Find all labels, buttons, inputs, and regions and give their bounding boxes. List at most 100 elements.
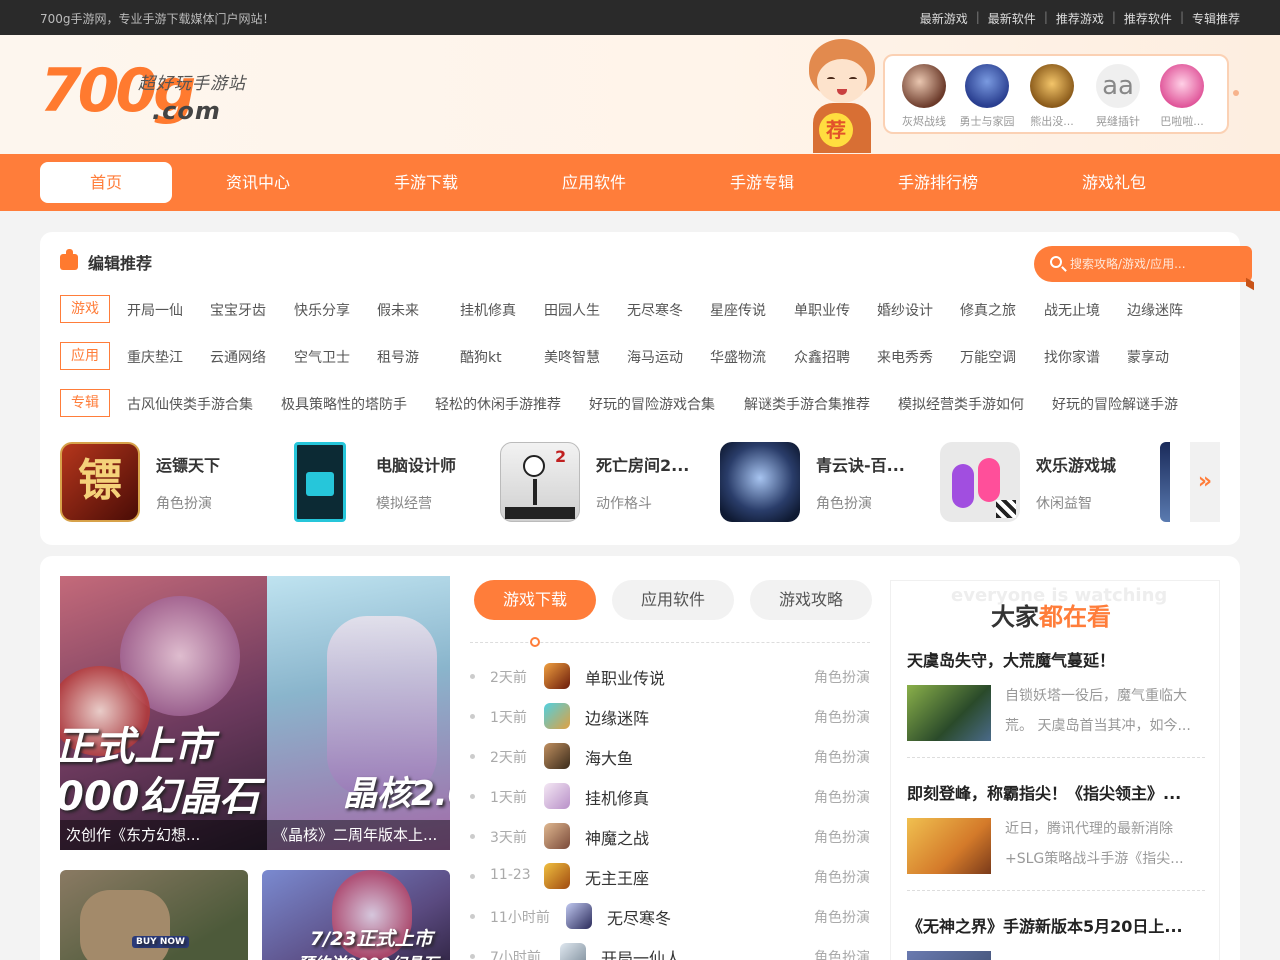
tag-link[interactable]: 开局一仙	[127, 300, 183, 320]
banner-caption: 次创作《东方幻想...	[60, 820, 268, 850]
featured-games: 镖 运镖天下 角色扮演 电脑设计师 模拟经营 2 死亡房间2... 动作格斗 青	[60, 442, 1220, 522]
game-icon	[280, 442, 360, 522]
nav-rankings[interactable]: 手游排行榜	[878, 154, 998, 211]
nav-home[interactable]: 首页	[40, 162, 172, 203]
top-link-albums[interactable]: 专辑推荐	[1192, 10, 1240, 27]
news-thumb[interactable]	[907, 951, 991, 960]
tag-link[interactable]: 好玩的冒险解谜手游	[1052, 394, 1178, 414]
news-title[interactable]: 《无神之界》手游新版本5月20日上...	[907, 913, 1205, 937]
tag-link[interactable]: 空气卫士	[294, 347, 350, 367]
list-item[interactable]: 11-23 无主王座 角色扮演	[470, 856, 880, 896]
list-item[interactable]: 1天前 边缘迷阵 角色扮演	[470, 696, 880, 736]
row-label-albums[interactable]: 专辑	[60, 389, 110, 417]
news-thumb[interactable]	[907, 818, 991, 874]
tag-link[interactable]: 快乐分享	[294, 300, 350, 320]
row-label-apps[interactable]: 应用	[60, 342, 110, 370]
tag-link[interactable]: 海马运动	[627, 347, 683, 367]
mascot-image: 荐	[795, 37, 887, 154]
game-icon	[544, 703, 570, 729]
tag-link[interactable]: 美咚智慧	[544, 347, 600, 367]
tag-link[interactable]: 解谜类手游合集推荐	[744, 394, 870, 414]
tag-link[interactable]: 挂机修真	[460, 300, 516, 320]
game-icon	[544, 743, 570, 769]
tag-link[interactable]: 华盛物流	[710, 347, 766, 367]
download-tabs: 游戏下载 应用软件 游戏攻略	[474, 580, 874, 624]
rec-game[interactable]: 巴啦啦...	[1151, 64, 1213, 129]
banner-slide[interactable]: 正式上市 000幻晶石 次创作《东方幻想...	[60, 576, 268, 850]
tag-link[interactable]: 假未来	[377, 300, 419, 320]
tab-game-download[interactable]: 游戏下载	[474, 580, 596, 620]
tag-link[interactable]: 单职业传	[794, 300, 850, 320]
news-thumb[interactable]	[907, 685, 991, 741]
tag-link[interactable]: 蒙享动	[1127, 347, 1169, 367]
list-item[interactable]: 2天前 单职业传说 角色扮演	[470, 656, 880, 696]
top-link-recommended-games[interactable]: 推荐游戏	[1056, 10, 1104, 27]
list-item[interactable]: 2天前 海大鱼 角色扮演	[470, 736, 880, 776]
tag-link[interactable]: 古风仙侠类手游合集	[127, 394, 253, 414]
rec-game[interactable]: aa 晃缝插针	[1087, 64, 1149, 129]
banner-thumb[interactable]: 7/23正式上市 预约送9000幻晶石	[262, 870, 450, 960]
next-arrow-icon[interactable]: »	[1190, 442, 1220, 522]
top-link-latest-software[interactable]: 最新软件	[988, 10, 1036, 27]
tab-apps[interactable]: 应用软件	[612, 580, 734, 620]
tag-link[interactable]: 找你家谱	[1044, 347, 1100, 367]
tag-link[interactable]: 无尽寒冬	[627, 300, 683, 320]
list-item[interactable]: 3天前 神魔之战 角色扮演	[470, 816, 880, 856]
nav-game-download[interactable]: 手游下载	[376, 154, 476, 211]
rec-game[interactable]: 熊出没...	[1021, 64, 1083, 129]
news-item[interactable]: 《无神之界》手游新版本5月20日上...	[907, 913, 1205, 960]
news-item[interactable]: 即刻登峰，称霸指尖！《指尖领主》... 近日，腾讯代理的最新消除+SLG策略战斗…	[907, 780, 1205, 891]
tab-guides[interactable]: 游戏攻略	[750, 580, 872, 620]
list-item[interactable]: 7小时前 开局一仙人 角色扮演	[470, 936, 880, 960]
tag-link[interactable]: 星座传说	[710, 300, 766, 320]
tag-link[interactable]: 万能空调	[960, 347, 1016, 367]
site-logo[interactable]: 700g 超好玩手游站 .com	[40, 59, 255, 129]
rec-game[interactable]: 勇士与家园	[956, 64, 1018, 129]
search-input[interactable]	[1070, 252, 1240, 276]
news-title[interactable]: 天虞岛失守，大荒魔气蔓延！	[907, 647, 1205, 671]
top-link-recommended-software[interactable]: 推荐软件	[1124, 10, 1172, 27]
tag-link[interactable]: 云通网络	[210, 347, 266, 367]
tag-link[interactable]: 轻松的休闲手游推荐	[435, 394, 561, 414]
tag-link[interactable]: 模拟经营类手游如何	[898, 394, 1024, 414]
recommend-badge: 荐	[819, 113, 853, 147]
tag-link[interactable]: 修真之旅	[960, 300, 1016, 320]
news-title[interactable]: 即刻登峰，称霸指尖！《指尖领主》...	[907, 780, 1205, 804]
banner-thumb[interactable]: BUY NOW	[60, 870, 248, 960]
game-card[interactable]: 欢乐游戏城 休闲益智	[940, 442, 1150, 522]
rec-game[interactable]: 灰烬战线	[893, 64, 955, 129]
nav-gift-packs[interactable]: 游戏礼包	[1064, 154, 1164, 211]
game-card[interactable]: 青云诀-百... 角色扮演	[720, 442, 930, 522]
game-icon	[544, 863, 570, 889]
thumbs-up-icon	[60, 249, 78, 270]
tag-link[interactable]: 极具策略性的塔防手	[281, 394, 407, 414]
tag-link[interactable]: 宝宝牙齿	[210, 300, 266, 320]
tag-link[interactable]: 婚纱设计	[877, 300, 933, 320]
tag-link[interactable]: 租号游	[377, 347, 419, 367]
news-item[interactable]: 天虞岛失守，大荒魔气蔓延！ 自锁妖塔一役后，魔气重临大荒。 天虞岛首当其冲，如今…	[907, 647, 1205, 758]
game-card[interactable]: 2 死亡房间2... 动作格斗	[500, 442, 710, 522]
tag-link[interactable]: 田园人生	[544, 300, 600, 320]
list-item[interactable]: 1天前 挂机修真 角色扮演	[470, 776, 880, 816]
tag-row-games: 游戏 开局一仙 宝宝牙齿 快乐分享 假未来 挂机修真 田园人生 无尽寒冬 星座传…	[60, 295, 1230, 323]
nav-news[interactable]: 资讯中心	[208, 154, 308, 211]
game-icon	[965, 64, 1009, 108]
game-card[interactable]: 镖 运镖天下 角色扮演	[60, 442, 270, 522]
tag-link[interactable]: 战无止境	[1044, 300, 1100, 320]
tag-link[interactable]: 酷狗kt	[460, 347, 502, 367]
tag-link[interactable]: 边缘迷阵	[1127, 300, 1183, 320]
row-label-games[interactable]: 游戏	[60, 295, 110, 323]
game-card[interactable]: 电脑设计师 模拟经营	[280, 442, 490, 522]
top-link-latest-games[interactable]: 最新游戏	[920, 10, 968, 27]
tag-link[interactable]: 重庆垫江	[127, 347, 183, 367]
nav-apps[interactable]: 应用软件	[544, 154, 644, 211]
banner-caption: 《晶核》二周年版本上...	[267, 820, 450, 850]
tag-link[interactable]: 众鑫招聘	[794, 347, 850, 367]
tag-link[interactable]: 来电秀秀	[877, 347, 933, 367]
game-icon	[720, 442, 800, 522]
nav-albums[interactable]: 手游专辑	[712, 154, 812, 211]
banner-slide[interactable]: 晶核2.0 《晶核》二周年版本上...	[267, 576, 450, 850]
tag-link[interactable]: 好玩的冒险游戏合集	[589, 394, 715, 414]
search-box[interactable]	[1034, 246, 1254, 291]
list-item[interactable]: 11小时前 无尽寒冬 角色扮演	[470, 896, 880, 936]
